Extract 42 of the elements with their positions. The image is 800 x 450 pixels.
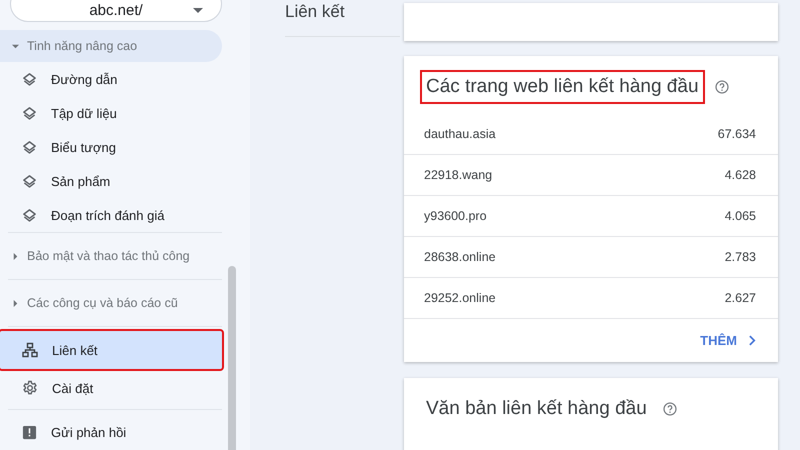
sitemap-icon (22, 342, 38, 358)
sidebar-group[interactable]: Các công cụ và báo cáo cũ (0, 280, 222, 326)
more-link[interactable]: THÊM (700, 333, 756, 348)
sidebar-item[interactable]: Biểu tượng (8, 130, 222, 164)
layers-icon (22, 72, 37, 86)
sidebar-group[interactable]: Tinh năng nâng cao (0, 30, 222, 62)
link-count: 2.783 (724, 250, 756, 264)
help-icon[interactable] (662, 402, 677, 416)
layers-icon (22, 140, 37, 154)
sidebar-group[interactable]: Bảo mật và thao tác thủ công (0, 233, 222, 279)
link-count: 4.628 (724, 168, 756, 182)
dropdown-caret-icon (193, 8, 203, 14)
feedback-icon (22, 424, 37, 440)
property-selector[interactable]: abc.net/ (10, 0, 222, 22)
link-count: 4.065 (724, 209, 756, 223)
caret-icon (12, 42, 19, 50)
page-title: Liên kết (285, 0, 400, 37)
sidebar-item[interactable]: Cài đặt (0, 369, 222, 407)
link-count: 67.634 (718, 127, 756, 141)
card-title: Các trang web liên kết hàng đầu (420, 70, 705, 104)
site-name: dauthau.asia (424, 127, 496, 141)
layers-icon (22, 208, 37, 222)
site-name: y93600.pro (424, 209, 487, 223)
gear-icon (22, 380, 38, 396)
caret-icon (12, 252, 19, 260)
site-name: 28638.online (424, 250, 496, 264)
link-count: 2.627 (724, 291, 756, 305)
sidebar-item[interactable]: Đường dẫn (8, 62, 222, 96)
layers-icon (22, 174, 37, 188)
scrollbar[interactable] (228, 266, 236, 450)
layers-icon (22, 106, 37, 120)
caret-icon (12, 300, 19, 306)
sidebar-item[interactable]: Tập dữ liệu (8, 96, 222, 130)
site-name: 22918.wang (424, 168, 492, 182)
chevron-right-icon (749, 335, 756, 346)
sidebar-item[interactable]: Sản phẩm (8, 164, 222, 198)
sidebar-item[interactable]: Đoạn trích đánh giá (8, 198, 222, 232)
sidebar-item[interactable]: Gửi phản hồi (0, 414, 222, 450)
help-icon[interactable] (714, 80, 729, 94)
sidebar-item[interactable]: Liên kết (0, 331, 222, 369)
card-title: Văn bản liên kết hàng đầu (425, 397, 648, 421)
site-name: 29252.online (424, 291, 496, 305)
